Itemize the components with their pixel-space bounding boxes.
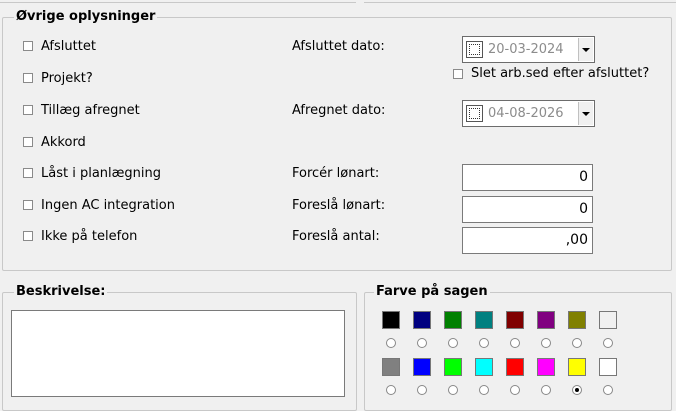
color-radio[interactable] <box>448 385 458 395</box>
checkbox-box[interactable] <box>23 73 33 83</box>
color-radio[interactable] <box>572 338 582 348</box>
checkbox-label: Tillæg afregnet <box>41 103 140 118</box>
checkbox-label: Låst i planlægning <box>41 166 161 181</box>
color-swatch <box>475 311 493 329</box>
color-radio[interactable] <box>603 338 613 348</box>
checkbox-box[interactable] <box>23 105 33 115</box>
checkbox-box[interactable] <box>23 231 33 241</box>
color-swatch <box>537 311 555 329</box>
color-radio[interactable] <box>541 338 551 348</box>
color-swatch <box>475 358 493 376</box>
checkbox-box[interactable] <box>453 69 463 79</box>
color-swatch <box>568 358 586 376</box>
upper-group-edge-right <box>364 0 676 3</box>
chevron-down-icon[interactable] <box>578 38 593 61</box>
forcer-lonart-input[interactable]: 0 <box>462 164 593 191</box>
color-radio[interactable] <box>572 385 582 395</box>
description-textarea[interactable] <box>11 310 345 397</box>
checkbox-label: Akkord <box>41 135 86 150</box>
color-swatch <box>382 311 400 329</box>
description-group-title: Beskrivelse: <box>14 284 108 300</box>
checkbox-label: Ikke på telefon <box>41 229 138 244</box>
checkbox-box[interactable] <box>23 137 33 147</box>
color-radio[interactable] <box>448 338 458 348</box>
color-swatch <box>568 311 586 329</box>
color-group-title: Farve på sagen <box>374 284 490 300</box>
checkbox-box[interactable] <box>23 200 33 210</box>
afsluttet-dato-value: 20-03-2024 <box>488 42 564 57</box>
color-swatch <box>413 311 431 329</box>
checkbox-box[interactable] <box>23 168 33 178</box>
color-radio[interactable] <box>541 385 551 395</box>
color-radio[interactable] <box>510 385 520 395</box>
color-radio[interactable] <box>386 385 396 395</box>
color-swatch <box>413 358 431 376</box>
afsluttet-dato-label: Afsluttet dato: <box>292 39 385 54</box>
color-radio[interactable] <box>417 338 427 348</box>
foresla-lonart-input[interactable]: 0 <box>462 196 593 223</box>
afregnet-dato-picker[interactable]: 04-08-2026 <box>462 100 595 127</box>
afregnet-dato-value: 04-08-2026 <box>488 106 564 121</box>
afsluttet-dato-picker[interactable]: 20-03-2024 <box>462 36 595 63</box>
color-radio[interactable] <box>479 385 489 395</box>
color-radio[interactable] <box>510 338 520 348</box>
afregnet-dato-checkbox[interactable] <box>466 105 483 122</box>
upper-group-edge-left <box>0 0 356 3</box>
color-swatch <box>444 358 462 376</box>
foresla-antal-label: Foreslå antal: <box>292 229 380 244</box>
color-radio[interactable] <box>479 338 489 348</box>
foresla-antal-input[interactable]: ,00 <box>462 227 593 254</box>
color-swatch <box>599 358 617 376</box>
forcer-lonart-label: Forcér lønart: <box>292 166 380 181</box>
checkbox-label: Ingen AC integration <box>41 198 175 213</box>
color-swatch <box>444 311 462 329</box>
checkbox-label: Projekt? <box>41 71 93 86</box>
color-swatch <box>537 358 555 376</box>
color-swatch <box>599 311 617 329</box>
color-swatch <box>506 311 524 329</box>
afregnet-dato-label: Afregnet dato: <box>292 103 386 118</box>
color-radio[interactable] <box>417 385 427 395</box>
checkbox-label: Slet arb.sed efter afsluttet? <box>471 66 650 81</box>
afsluttet-dato-checkbox[interactable] <box>466 41 483 58</box>
color-swatch <box>506 358 524 376</box>
color-swatch <box>382 358 400 376</box>
foresla-lonart-label: Foreslå lønart: <box>292 198 386 213</box>
chevron-down-icon[interactable] <box>578 102 593 125</box>
color-radio[interactable] <box>386 338 396 348</box>
checkbox-box[interactable] <box>23 41 33 51</box>
details-group-title: Øvrige oplysninger <box>14 9 158 25</box>
color-radio[interactable] <box>603 385 613 395</box>
checkbox-label: Afsluttet <box>41 39 96 54</box>
